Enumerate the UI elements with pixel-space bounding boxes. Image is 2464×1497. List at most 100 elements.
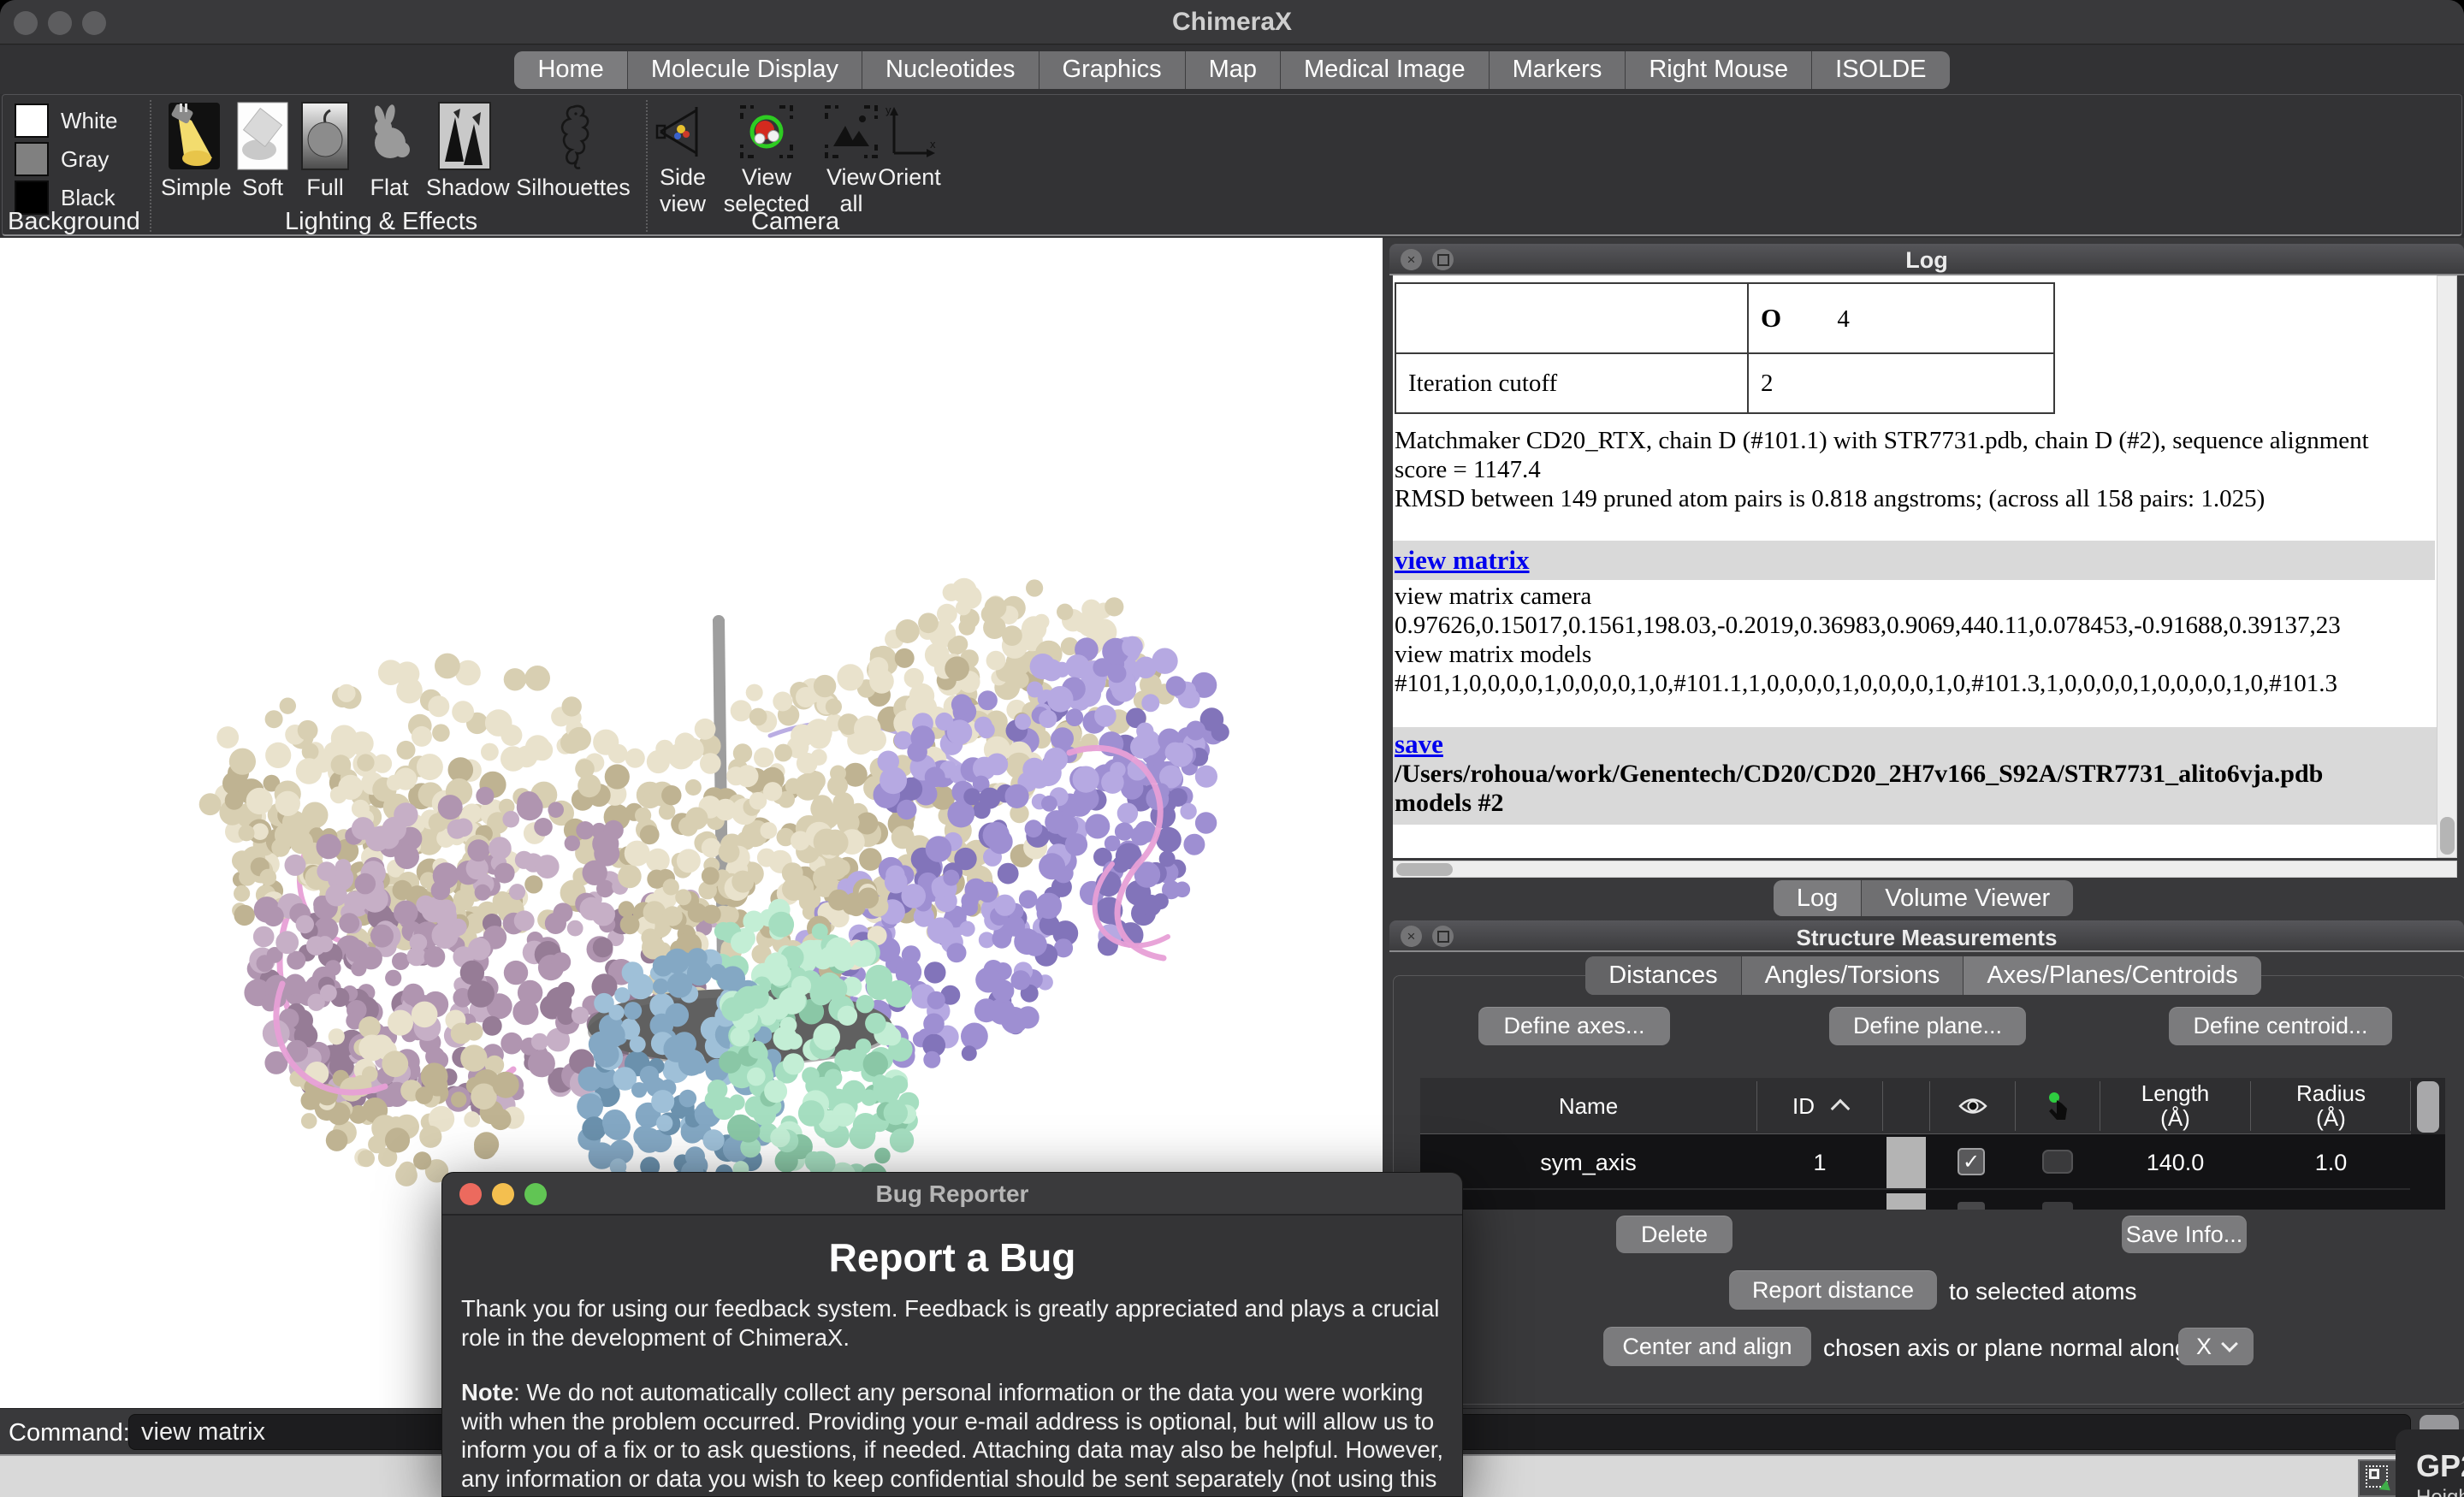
panel-tab-volume-viewer[interactable]: Volume Viewer	[1862, 880, 2073, 916]
row-id: 1	[1757, 1135, 1882, 1190]
tab-nucleotides[interactable]: Nucleotides	[862, 51, 1040, 89]
col-radius[interactable]: Radius (Å)	[2251, 1078, 2411, 1134]
camera-section-label: Camera	[751, 208, 839, 236]
measurements-tabs: Distances Angles/Torsions Axes/Planes/Ce…	[1585, 956, 2260, 995]
log-hscroll-thumb[interactable]	[1396, 863, 1453, 876]
sort-ascending-icon	[1831, 1099, 1851, 1119]
tab-medical-image[interactable]: Medical Image	[1281, 51, 1490, 89]
define-centroid-button[interactable]: Define centroid...	[2169, 1007, 2392, 1045]
col-selected[interactable]	[2016, 1078, 2100, 1134]
dialog-heading: Report a Bug	[442, 1234, 1462, 1281]
shadow-lighting-icon	[438, 102, 491, 170]
lighting-silhouettes-button[interactable]: Silhouettes	[509, 100, 637, 211]
lighting-flat-button[interactable]: Flat	[360, 100, 418, 211]
panel-tabs: Log Volume Viewer	[1774, 880, 2073, 916]
row-color-swatch	[1886, 1193, 1926, 1210]
view-matrix-link[interactable]: view matrix	[1395, 545, 1530, 575]
center-align-suffix: chosen axis or plane normal along	[1823, 1334, 2188, 1362]
table-row: Iteration cutoff 2	[1395, 353, 2054, 413]
panel-tab-row: Log Volume Viewer	[1383, 880, 2464, 918]
chevron-down-icon	[2221, 1335, 2238, 1352]
table-vscroll-thumb[interactable]	[2417, 1081, 2439, 1133]
tab-graphics[interactable]: Graphics	[1040, 51, 1186, 89]
iteration-cutoff-label: Iteration cutoff	[1395, 353, 1748, 413]
view-selected-icon	[738, 104, 795, 160]
save-block[interactable]: save /Users/rohoua/work/Genentech/CD20/C…	[1393, 727, 2437, 825]
lighting-soft-button[interactable]: Soft	[232, 100, 293, 211]
dialog-titlebar[interactable]: Bug Reporter	[442, 1173, 1462, 1216]
view-matrix-models-label: view matrix models	[1395, 640, 2457, 669]
camera-side-view-button[interactable]: Side view	[651, 100, 714, 237]
lighting-simple-button[interactable]: Simple	[161, 100, 228, 211]
flat-lighting-icon	[364, 102, 414, 170]
row-length: 140.0	[2100, 1135, 2250, 1190]
tab-markers[interactable]: Markers	[1490, 51, 1626, 89]
view-matrix-row[interactable]: view matrix	[1393, 541, 2435, 580]
command-label: Command:	[9, 1419, 130, 1447]
row-name: sym_axis	[1420, 1135, 1756, 1190]
col-name[interactable]: Name	[1420, 1078, 1756, 1134]
rmsd-text: RMSD between 149 pruned atom pairs is 0.…	[1395, 484, 2449, 513]
gp2-popover: GP2 Height	[2396, 1429, 2464, 1497]
gray-swatch[interactable]	[15, 142, 49, 176]
tab-angles-torsions[interactable]: Angles/Torsions	[1742, 956, 1964, 995]
col-radius-line2: (Å)	[2316, 1106, 2346, 1131]
define-axes-button[interactable]: Define axes...	[1478, 1007, 1670, 1045]
col-length-line2: (Å)	[2160, 1106, 2190, 1131]
col-length[interactable]: Length (Å)	[2100, 1078, 2250, 1134]
save-link[interactable]: save	[1395, 729, 1443, 759]
silhouettes-icon	[548, 102, 599, 170]
tab-isolde[interactable]: ISOLDE	[1812, 51, 1949, 89]
log-vscroll-thumb[interactable]	[2440, 817, 2455, 855]
col-radius-line1: Radius	[2296, 1081, 2366, 1106]
white-swatch[interactable]	[15, 104, 49, 138]
simple-lighting-icon	[168, 102, 221, 170]
main-titlebar[interactable]: ChimeraX	[0, 0, 2464, 44]
lighting-section-label: Lighting & Effects	[285, 208, 477, 236]
bug-reporter-dialog[interactable]: Bug Reporter Report a Bug Thank you for …	[441, 1172, 1463, 1497]
measurements-titlebar[interactable]: × Structure Measurements	[1389, 920, 2464, 952]
col-shown[interactable]	[1930, 1078, 2015, 1134]
col-id[interactable]: ID	[1757, 1078, 1882, 1134]
log-titlebar[interactable]: × Log	[1389, 244, 2464, 275]
matchmaker-text: Matchmaker CD20_RTX, chain D (#101.1) wi…	[1395, 426, 2423, 484]
delete-button[interactable]: Delete	[1616, 1216, 1732, 1253]
tab-distances[interactable]: Distances	[1585, 956, 1741, 995]
chimerax-app: ChimeraX Home Molecule Display Nucleotid…	[0, 0, 2464, 1497]
tab-map[interactable]: Map	[1186, 51, 1281, 89]
background-section-label: Background	[8, 208, 140, 236]
define-plane-button[interactable]: Define plane...	[1829, 1007, 2026, 1045]
lighting-full-button[interactable]: Full	[297, 100, 353, 211]
log-content[interactable]: O 4 Iteration cutoff 2 Matchmaker CD20_R…	[1393, 275, 2457, 858]
row-shown-checkbox[interactable]: ✓	[1958, 1148, 1985, 1175]
log-vscrollbar[interactable]	[2437, 275, 2457, 858]
tab-axes-planes-centroids[interactable]: Axes/Planes/Centroids	[1964, 956, 2260, 995]
report-distance-button[interactable]: Report distance	[1729, 1270, 1937, 1310]
log-title: Log	[1389, 247, 2464, 274]
dialog-paragraph-1: Thank you for using our feedback system.…	[461, 1294, 1447, 1352]
table-row-sym-axis[interactable]: sym_axis 1 ✓ 140.0 1.0	[1420, 1135, 2410, 1190]
lighting-shadow-button[interactable]: Shadow	[426, 100, 503, 211]
axes-table-header[interactable]: Name ID	[1420, 1078, 2445, 1134]
log-table-key: O	[1761, 303, 1781, 333]
measurements-tab-row: Distances Angles/Torsions Axes/Planes/Ce…	[1383, 956, 2464, 996]
table-vscrollbar[interactable]	[2411, 1078, 2445, 1134]
log-hscrollbar[interactable]	[1393, 861, 2457, 878]
table-row-partial[interactable]	[1420, 1192, 2410, 1210]
tab-molecule-display[interactable]: Molecule Display	[628, 51, 862, 89]
tab-right-mouse[interactable]: Right Mouse	[1626, 51, 1812, 89]
axis-dropdown[interactable]: X	[2178, 1328, 2254, 1365]
hand-select-icon	[2046, 1092, 2069, 1121]
row-selected-toggle[interactable]	[2042, 1150, 2073, 1174]
panel-tab-log[interactable]: Log	[1774, 880, 1862, 916]
tab-home[interactable]: Home	[514, 51, 627, 89]
save-info-button[interactable]: Save Info...	[2122, 1216, 2247, 1253]
view-matrix-camera-label: view matrix camera	[1395, 582, 2457, 611]
row-color-swatch[interactable]	[1886, 1137, 1926, 1188]
camera-orient-button[interactable]: y x Orient	[877, 100, 942, 237]
ribbon-tabs: Home Molecule Display Nucleotides Graphi…	[514, 51, 1949, 89]
center-align-button[interactable]: Center and align	[1603, 1327, 1811, 1366]
checkmark-icon: ✓	[1963, 1150, 1980, 1175]
measurements-title: Structure Measurements	[1389, 925, 2464, 951]
col-color[interactable]	[1883, 1078, 1929, 1134]
